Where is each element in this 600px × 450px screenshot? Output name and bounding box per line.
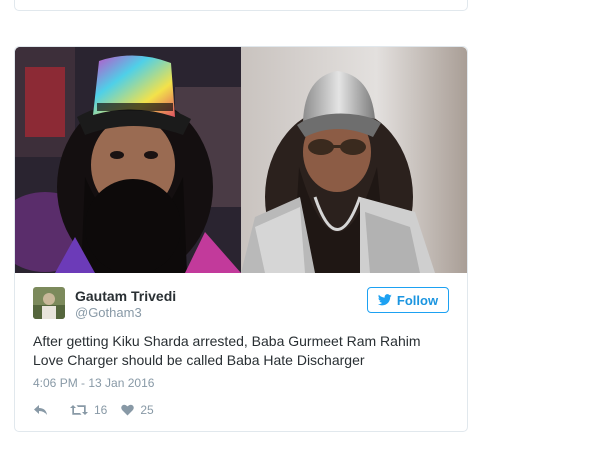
tweet-timestamp[interactable]: 4:06 PM - 13 Jan 2016 [33, 376, 154, 390]
embedded-tweet-card: Gautam Trivedi @Gotham3 Follow After get… [14, 46, 468, 432]
tweet-media[interactable] [15, 47, 467, 273]
author-names[interactable]: Gautam Trivedi @Gotham3 [75, 287, 176, 321]
author-display-name[interactable]: Gautam Trivedi [75, 287, 176, 305]
twitter-bird-icon [377, 294, 392, 306]
reply-icon [34, 405, 47, 415]
previous-tweet-card [14, 0, 468, 11]
tweet-actions: 16 25 [33, 401, 154, 419]
follow-button-label: Follow [396, 292, 439, 308]
left-photo [15, 47, 241, 273]
retweet-button[interactable]: 16 [70, 403, 107, 417]
avatar-image [33, 287, 65, 319]
reply-button[interactable] [33, 404, 48, 416]
right-photo [241, 47, 467, 273]
heart-icon [121, 404, 135, 416]
tweet-author-row: Gautam Trivedi @Gotham3 Follow [33, 287, 449, 327]
author-handle[interactable]: @Gotham3 [75, 305, 176, 321]
tweet-text: After getting Kiku Sharda arrested, Baba… [33, 333, 421, 368]
media-photos [15, 47, 467, 273]
author-avatar[interactable] [33, 287, 65, 319]
retweet-icon [70, 405, 88, 415]
follow-button[interactable]: Follow [367, 287, 449, 313]
retweet-count: 16 [94, 403, 108, 417]
like-count: 25 [140, 403, 154, 417]
like-button[interactable]: 25 [121, 403, 154, 417]
